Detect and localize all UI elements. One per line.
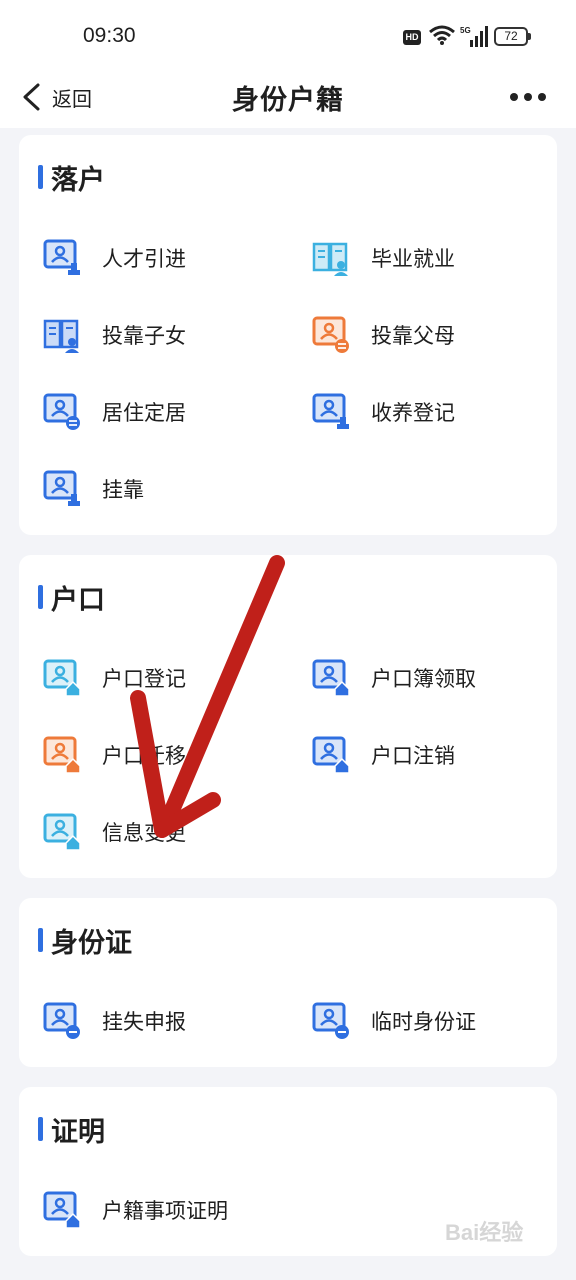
service-grid: 挂失申报 临时身份证 xyxy=(19,982,557,1067)
back-label: 返回 xyxy=(52,86,92,111)
book-person-icon xyxy=(311,238,351,278)
service-item-label: 户籍事项证明 xyxy=(102,1198,228,1223)
id-card-stamp-icon xyxy=(311,392,351,432)
id-card-stamp-icon xyxy=(42,238,82,278)
service-item[interactable]: 投靠父母 xyxy=(288,296,557,373)
clock: 09:30 xyxy=(83,24,136,47)
id-card-home-icon xyxy=(42,735,82,775)
service-item-label: 收养登记 xyxy=(371,400,455,425)
section-accent-bar xyxy=(38,585,43,609)
service-item[interactable]: 居住定居 xyxy=(19,373,288,450)
back-button[interactable]: 返回 xyxy=(20,78,110,116)
section-title: 落户 xyxy=(51,164,105,196)
service-grid: 人才引进 毕业就业 投靠子女 投靠父母 居住定居 收养登记 挂靠 xyxy=(19,219,557,535)
service-item-label: 信息变更 xyxy=(102,820,186,845)
id-card-home-icon xyxy=(311,735,351,775)
section-accent-bar xyxy=(38,1117,43,1141)
service-item-label: 户口簿领取 xyxy=(371,666,476,691)
service-grid: 户口登记 户口簿领取 户口迁移 户口注销 信息变更 xyxy=(19,639,557,878)
battery-indicator: 72 xyxy=(494,27,531,46)
service-item[interactable]: 挂靠 xyxy=(19,450,288,527)
id-card-stamp-icon xyxy=(42,469,82,509)
service-item[interactable]: 信息变更 xyxy=(19,793,288,870)
service-item[interactable]: 挂失申报 xyxy=(19,982,288,1059)
id-card-exchange-icon xyxy=(311,315,351,355)
service-cards: 房屋出租登记 流动人员档案落户 人才引进 毕业就业 投靠子女 投靠父母 居住定居… xyxy=(0,128,576,1276)
status-bar: 09:30 HD 5G 72 xyxy=(0,0,576,66)
network-type: 5G xyxy=(460,26,471,35)
service-item[interactable]: 户口簿领取 xyxy=(288,639,557,716)
service-item[interactable]: 人才引进 xyxy=(19,219,288,296)
service-item[interactable]: 户口迁移 xyxy=(19,716,288,793)
service-item-label: 临时身份证 xyxy=(371,1009,476,1034)
hd-badge: HD xyxy=(403,30,421,45)
section-title: 户口 xyxy=(51,584,105,616)
section-header: 证明 xyxy=(19,1087,557,1171)
service-item-label: 毕业就业 xyxy=(371,246,455,271)
chevron-left-icon xyxy=(23,83,40,111)
service-item[interactable]: 收养登记 xyxy=(288,373,557,450)
more-dot-icon xyxy=(524,93,532,101)
section-header: 户口 xyxy=(19,555,557,639)
more-dot-icon xyxy=(538,93,546,101)
signal-icon: 5G xyxy=(460,26,488,47)
watermark: Bai经验 xyxy=(445,1220,524,1245)
service-section-card: 户口 户口登记 户口簿领取 户口迁移 户口注销 信息变更 xyxy=(19,555,557,878)
id-card-minus-icon xyxy=(311,1001,351,1041)
service-item[interactable]: 临时身份证 xyxy=(288,982,557,1059)
service-section-card: 落户 人才引进 毕业就业 投靠子女 投靠父母 居住定居 收养登记 挂靠 xyxy=(19,135,557,535)
service-item-label: 投靠子女 xyxy=(102,323,186,348)
section-title: 证明 xyxy=(51,1116,105,1148)
service-item[interactable]: 毕业就业 xyxy=(288,219,557,296)
content-scroll-area[interactable]: 房屋出租登记 流动人员档案落户 人才引进 毕业就业 投靠子女 投靠父母 居住定居… xyxy=(0,128,576,1280)
id-card-minus-icon xyxy=(42,1001,82,1041)
more-menu-button[interactable] xyxy=(506,80,550,114)
service-item-label: 人才引进 xyxy=(102,246,186,271)
id-card-exchange-icon xyxy=(42,392,82,432)
service-section-card: 身份证 挂失申报 临时身份证 xyxy=(19,898,557,1067)
service-item[interactable]: 户口登记 xyxy=(19,639,288,716)
id-card-home-icon xyxy=(42,812,82,852)
service-item-label: 户口注销 xyxy=(371,743,455,768)
section-title: 身份证 xyxy=(51,927,132,959)
wifi-icon xyxy=(429,25,455,45)
section-header: 落户 xyxy=(19,135,557,219)
id-card-home-icon xyxy=(42,658,82,698)
service-item-label: 户口登记 xyxy=(102,666,186,691)
book-person-icon xyxy=(42,315,82,355)
service-item[interactable]: 投靠子女 xyxy=(19,296,288,373)
section-accent-bar xyxy=(38,928,43,952)
service-item-label: 挂失申报 xyxy=(102,1009,186,1034)
service-item-label: 居住定居 xyxy=(102,400,186,425)
more-dot-icon xyxy=(510,93,518,101)
service-item[interactable]: 户口注销 xyxy=(288,716,557,793)
section-header: 身份证 xyxy=(19,898,557,982)
service-item-label: 户口迁移 xyxy=(102,743,186,768)
service-item-label: 挂靠 xyxy=(102,477,144,502)
section-accent-bar xyxy=(38,165,43,189)
id-card-home-icon xyxy=(311,658,351,698)
id-card-home-icon xyxy=(42,1190,82,1230)
service-item[interactable]: 户籍事项证明 xyxy=(19,1171,288,1248)
nav-bar: 返回 身份户籍 xyxy=(0,66,576,128)
service-item-label: 投靠父母 xyxy=(371,323,455,348)
